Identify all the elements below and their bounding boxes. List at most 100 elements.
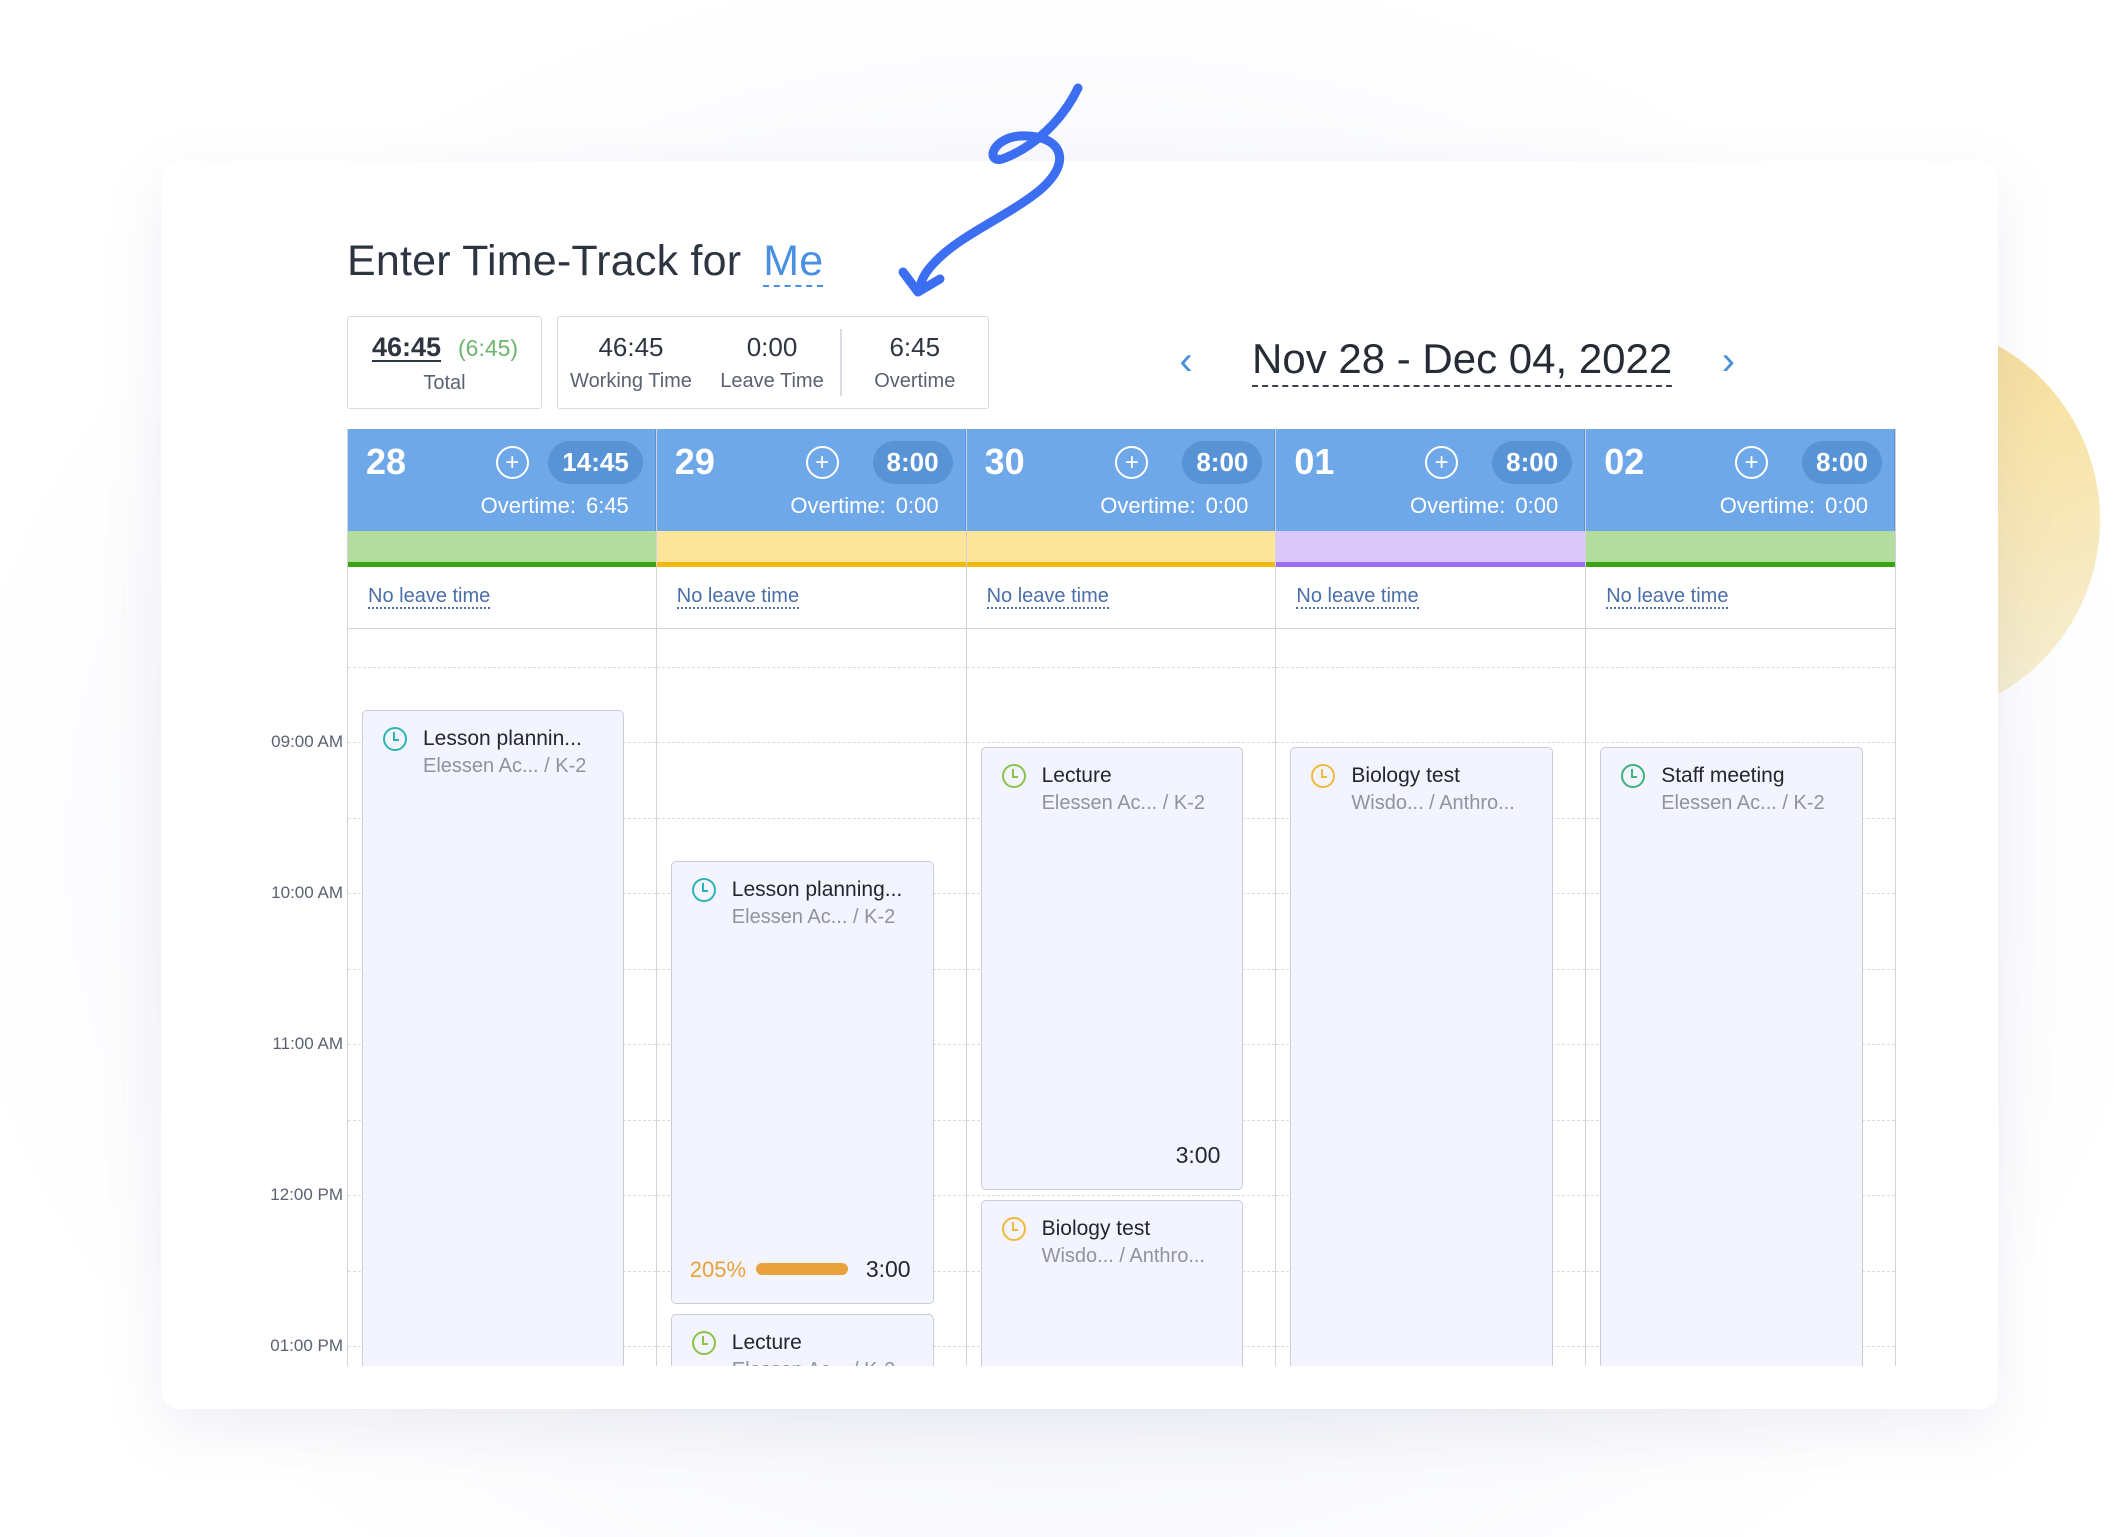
total-value[interactable]: 46:45	[372, 332, 441, 363]
day-overtime-value: 0:00	[895, 493, 939, 518]
add-entry-button[interactable]: +	[495, 446, 529, 479]
day-status-band	[966, 531, 1276, 567]
day-columns: 28 + 14:45 Overtime: 6:45 No leave time L…	[347, 429, 1896, 1366]
day-overtime-value: 6:45	[585, 493, 629, 518]
time-entry-card[interactable]: Biology test Wisdo... / Anthro...	[980, 1200, 1244, 1366]
day-number[interactable]: 01	[1294, 441, 1334, 483]
day-overtime-value: 0:00	[1515, 493, 1559, 518]
day-overtime-value: 0:00	[1825, 493, 1868, 518]
grid-line	[966, 1195, 1276, 1197]
plus-icon: +	[1744, 448, 1759, 476]
grid-line	[656, 742, 966, 744]
day-overtime-label: Overtime:	[480, 493, 576, 518]
leave-time-link[interactable]: No leave time	[986, 585, 1109, 609]
chevron-right-icon[interactable]: ›	[1708, 341, 1748, 381]
day-total-badge: 8:00	[1182, 441, 1263, 484]
total-label: Total	[423, 372, 466, 394]
time-label: 09:00 AM	[271, 732, 343, 752]
time-entry-card[interactable]: Staff meeting Elessen Ac... / K-2	[1600, 747, 1863, 1366]
day-body[interactable]: Biology test Wisdo... / Anthro...	[1276, 629, 1586, 1366]
leave-row: No leave time	[966, 567, 1276, 629]
user-selector-link[interactable]: Me	[763, 237, 824, 288]
day-overtime-label: Overtime:	[1100, 493, 1196, 518]
time-axis: 09:00 AM 10:00 AM 11:00 AM 12:00 PM 01:00 PM	[247, 429, 347, 1366]
grid-line	[966, 666, 1276, 668]
day-status-band	[656, 531, 966, 567]
day-body[interactable]: Staff meeting Elessen Ac... / K-2	[1586, 629, 1895, 1366]
entry-title: Lesson planning...	[731, 877, 903, 901]
day-overtime-label: Overtime:	[1719, 493, 1816, 518]
grid-line	[1586, 666, 1895, 668]
grid-line	[656, 817, 966, 819]
overtime-stat: 6:45 Overtime	[842, 317, 989, 408]
day-overtime: Overtime: 6:45	[481, 493, 629, 519]
day-column: 28 + 14:45 Overtime: 6:45 No leave time L…	[347, 429, 657, 1366]
clock-icon	[383, 726, 407, 751]
time-entry-card[interactable]: Biology test Wisdo... / Anthro...	[1290, 747, 1554, 1366]
leave-time-link[interactable]: No leave time	[1296, 585, 1419, 609]
day-total-badge: 14:45	[548, 441, 643, 484]
time-label: 11:00 AM	[272, 1034, 343, 1054]
time-track-panel: Enter Time-Track for Me 46:45 (6:45) Tot…	[161, 161, 1998, 1409]
time-entry-card[interactable]: Lesson planning... Elessen Ac... / K-2 3:…	[670, 860, 934, 1304]
day-overtime: Overtime: 0:00	[1100, 493, 1248, 519]
chevron-left-icon[interactable]: ‹	[1166, 341, 1206, 381]
day-overtime: Overtime: 0:00	[1720, 493, 1868, 519]
working-time-label: Working Time	[570, 370, 692, 392]
leave-row: No leave time	[1276, 567, 1586, 629]
entry-duration: 3:00	[1175, 1142, 1221, 1169]
date-range-picker[interactable]: Nov 28 - Dec 04, 2022	[1252, 335, 1673, 387]
grid-line	[966, 742, 1276, 744]
page-title: Enter Time-Track for Me	[347, 237, 824, 288]
leave-row: No leave time	[656, 567, 966, 629]
day-header: 30 + 8:00 Overtime: 0:00	[966, 429, 1276, 531]
total-summary: 46:45 (6:45) Total	[347, 316, 542, 409]
grid-line	[656, 666, 966, 668]
day-overtime: Overtime: 0:00	[790, 493, 938, 519]
day-total-badge: 8:00	[1801, 441, 1882, 484]
add-entry-button[interactable]: +	[1115, 446, 1149, 479]
day-body[interactable]: Lesson planning... Elessen Ac... / K-2 3:…	[656, 629, 966, 1366]
entry-title: Biology test	[1041, 1217, 1151, 1241]
day-status-band	[1276, 531, 1586, 567]
grid-line	[348, 666, 656, 668]
clock-icon	[1001, 764, 1026, 789]
leave-time-link[interactable]: No leave time	[676, 585, 800, 609]
day-number[interactable]: 29	[675, 441, 715, 483]
clock-icon	[691, 1330, 716, 1355]
day-header: 28 + 14:45 Overtime: 6:45	[348, 429, 656, 531]
time-entry-card[interactable]: Lesson plannin... Elessen Ac... / K-2	[362, 709, 624, 1366]
time-entry-card[interactable]: Lecture Elessen Ac... / K-2 3:00	[980, 747, 1244, 1191]
day-overtime: Overtime: 0:00	[1410, 493, 1558, 519]
plus-icon: +	[1124, 448, 1139, 476]
entry-project: Wisdo... / Anthro...	[1351, 792, 1515, 815]
day-header: 01 + 8:00 Overtime: 0:00	[1276, 429, 1586, 531]
date-navigator: ‹ Nov 28 - Dec 04, 2022 ›	[1166, 331, 1748, 391]
day-body[interactable]: Lesson plannin... Elessen Ac... / K-2	[348, 629, 656, 1366]
grid-line	[1586, 742, 1895, 744]
entry-project: Elessen Ac... / K-2	[423, 754, 587, 777]
add-entry-button[interactable]: +	[805, 446, 839, 479]
day-number[interactable]: 02	[1604, 441, 1644, 483]
add-entry-button[interactable]: +	[1734, 446, 1768, 479]
day-header: 02 + 8:00 Overtime: 0:00	[1586, 429, 1895, 531]
entry-title: Lecture	[1041, 764, 1112, 788]
leave-time-link[interactable]: No leave time	[1606, 585, 1729, 609]
time-entry-card[interactable]: Lecture Elessen Ac... / K-2	[670, 1313, 934, 1366]
leave-time-stat: 0:00 Leave Time	[704, 317, 840, 408]
day-number[interactable]: 28	[366, 441, 406, 483]
entry-progress-label: 205%	[689, 1256, 747, 1282]
add-entry-button[interactable]: +	[1425, 446, 1459, 479]
plus-icon: +	[815, 448, 830, 476]
day-body[interactable]: Lecture Elessen Ac... / K-2 3:00 Biology …	[966, 629, 1276, 1366]
leave-time-link[interactable]: No leave time	[368, 585, 491, 609]
leave-time-value: 0:00	[746, 332, 798, 362]
day-column: 01 + 8:00 Overtime: 0:00 No leave time Bi…	[1276, 429, 1587, 1366]
day-number[interactable]: 30	[985, 441, 1025, 483]
entry-project: Elessen Ac... / K-2	[731, 905, 896, 928]
clock-icon	[1621, 764, 1646, 789]
grid-line	[1276, 666, 1586, 668]
entry-project: Elessen Ac... / K-2	[1041, 792, 1206, 815]
day-overtime-label: Overtime:	[790, 493, 886, 518]
page-title-text: Enter Time-Track for	[347, 237, 742, 285]
